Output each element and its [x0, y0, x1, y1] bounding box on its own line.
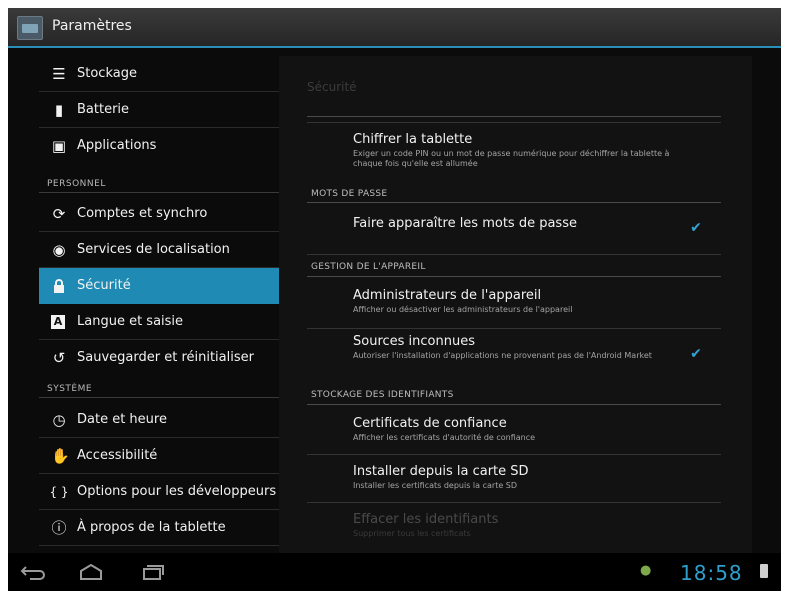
- divider: [307, 328, 721, 329]
- encrypt-tablet-pref[interactable]: Chiffrer la tablette Exiger un code PIN …: [353, 132, 713, 169]
- sidebar-header-systeme: SYSTÈME: [47, 384, 93, 394]
- sidebar-item-label: À propos de la tablette: [77, 520, 226, 535]
- pref-title: Chiffrer la tablette: [353, 132, 473, 147]
- trusted-certificates-pref[interactable]: Certificats de confiance Afficher les ce…: [353, 416, 713, 443]
- pref-summary: Autoriser l'installation d'applications …: [353, 351, 652, 360]
- applications-icon: ▣: [51, 137, 67, 155]
- sidebar-item-sauvegarder[interactable]: ↺ Sauvegarder et réinitialiser: [39, 340, 279, 376]
- home-icon[interactable]: [76, 563, 106, 580]
- divider: [39, 192, 279, 193]
- divider: [307, 116, 721, 117]
- status-clock[interactable]: 18:58: [680, 561, 743, 585]
- sidebar-item-label: Sauvegarder et réinitialiser: [77, 350, 254, 365]
- sidebar-item-date[interactable]: ◷ Date et heure: [39, 402, 279, 438]
- battery-status-icon[interactable]: [760, 564, 768, 578]
- pref-title: Effacer les identifiants: [353, 512, 499, 527]
- pref-summary: Afficher les certificats d'autorité de c…: [353, 433, 536, 442]
- divider: [307, 202, 721, 203]
- show-passwords-pref[interactable]: Faire apparaître les mots de passe: [353, 216, 713, 231]
- clear-credentials-pref: Effacer les identifiants Supprimer tous …: [353, 512, 713, 539]
- sidebar-item-label: Comptes et synchro: [77, 206, 208, 221]
- divider: [307, 122, 721, 123]
- show-passwords-checkbox[interactable]: ✔: [689, 221, 703, 235]
- divider: [307, 454, 721, 455]
- section-header-credential-storage: STOCKAGE DES IDENTIFIANTS: [311, 390, 454, 400]
- page-title: Sécurité: [307, 80, 357, 94]
- recent-apps-icon[interactable]: [136, 564, 166, 580]
- pref-summary: Supprimer tous les certificats: [353, 529, 471, 538]
- backup-icon: ↺: [52, 349, 66, 367]
- sidebar-item-label: Langue et saisie: [77, 314, 184, 329]
- keyboard-icon: A: [51, 315, 65, 329]
- sync-icon: ⟳: [52, 205, 66, 223]
- sidebar-item-accessibilite[interactable]: ✋ Accessibilité: [39, 438, 279, 474]
- unknown-sources-checkbox[interactable]: ✔: [689, 347, 703, 361]
- unknown-sources-pref[interactable]: Sources inconnues Autoriser l'installati…: [353, 334, 713, 361]
- back-icon[interactable]: [20, 564, 50, 580]
- location-icon: ◉: [52, 241, 66, 259]
- divider: [307, 404, 721, 405]
- divider: [307, 276, 721, 277]
- sidebar-item-applications[interactable]: ▣ Applications: [39, 128, 279, 164]
- pref-title: Installer depuis la carte SD: [353, 464, 529, 479]
- install-from-sd-pref[interactable]: Installer depuis la carte SD Installer l…: [353, 464, 713, 491]
- system-navigation-bar: ● 18:58: [8, 553, 781, 591]
- settings-app-icon[interactable]: [17, 16, 43, 40]
- sidebar-item-label: Date et heure: [77, 412, 167, 427]
- pref-title: Certificats de confiance: [353, 416, 507, 431]
- divider: [307, 502, 721, 503]
- info-icon: ⓘ: [51, 519, 67, 537]
- storage-icon: ☰: [52, 65, 66, 83]
- braces-icon: { }: [49, 485, 69, 499]
- settings-sidebar: ☰ Stockage ▮ Batterie ▣ Applications PER…: [39, 56, 279, 546]
- sidebar-item-label: Applications: [77, 138, 157, 153]
- sidebar-item-localisation[interactable]: ◉ Services de localisation: [39, 232, 279, 268]
- action-bar: Paramètres: [8, 8, 781, 48]
- hand-icon: ✋: [51, 447, 70, 465]
- sidebar-item-securite[interactable]: Sécurité: [39, 268, 279, 304]
- sidebar-item-label: Services de localisation: [77, 242, 230, 257]
- pref-summary: Exiger un code PIN ou un mot de passe nu…: [353, 149, 670, 168]
- section-header-device-admin: GESTION DE L'APPAREIL: [311, 262, 426, 272]
- sidebar-item-label: Sécurité: [77, 278, 131, 293]
- pref-summary: Afficher ou désactiver les administrateu…: [353, 305, 573, 314]
- pref-title: Sources inconnues: [353, 334, 475, 349]
- battery-icon: ▮: [54, 101, 64, 119]
- pref-title: Administrateurs de l'appareil: [353, 288, 542, 303]
- divider: [307, 254, 721, 255]
- section-header-passwords: MOTS DE PASSE: [311, 189, 388, 199]
- sidebar-item-comptes[interactable]: ⟳ Comptes et synchro: [39, 196, 279, 232]
- sidebar-item-label: Stockage: [77, 66, 137, 81]
- lock-icon: [51, 278, 67, 294]
- clock-icon: ◷: [52, 411, 66, 429]
- divider: [39, 397, 279, 398]
- tablet-screen: Paramètres ☰ Stockage ▮ Batterie ▣ Appli…: [8, 8, 781, 591]
- android-notification-icon[interactable]: ●: [640, 564, 654, 578]
- sidebar-header-personnel: PERSONNEL: [47, 179, 106, 189]
- device-admins-pref[interactable]: Administrateurs de l'appareil Afficher o…: [353, 288, 713, 315]
- sidebar-item-label: Batterie: [77, 102, 130, 117]
- sidebar-item-stockage[interactable]: ☰ Stockage: [39, 56, 279, 92]
- sidebar-item-label: Options pour les développeurs: [77, 484, 277, 499]
- app-title: Paramètres: [52, 18, 132, 34]
- security-settings-panel: Sécurité Chiffrer la tablette Exiger un …: [279, 56, 752, 556]
- sidebar-item-langue[interactable]: A Langue et saisie: [39, 304, 279, 340]
- sidebar-item-label: Accessibilité: [77, 448, 158, 463]
- pref-title: Faire apparaître les mots de passe: [353, 216, 577, 231]
- pref-summary: Installer les certificats depuis la cart…: [353, 481, 518, 490]
- sidebar-item-batterie[interactable]: ▮ Batterie: [39, 92, 279, 128]
- sidebar-item-developpeurs[interactable]: { } Options pour les développeurs: [39, 474, 279, 510]
- sidebar-item-apropos[interactable]: ⓘ À propos de la tablette: [39, 510, 279, 546]
